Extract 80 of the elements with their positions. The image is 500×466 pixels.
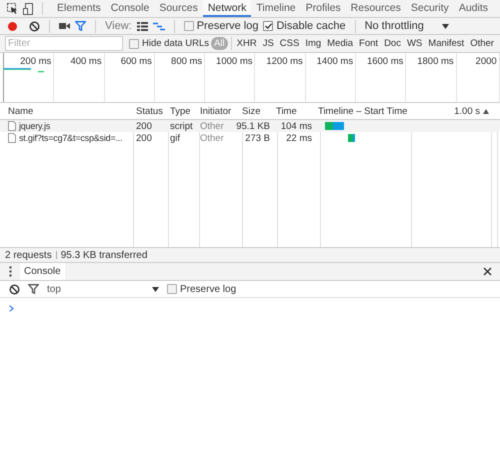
panel-tab[interactable]: Profiles xyxy=(300,0,346,17)
time-tick-label: 1600 ms xyxy=(366,56,404,67)
column-header[interactable]: Size xyxy=(242,106,260,116)
filter-icon[interactable] xyxy=(75,21,86,31)
resource-type-filter[interactable]: WS xyxy=(404,37,424,50)
waterfall-view-icon[interactable] xyxy=(152,22,165,30)
filter-input[interactable]: Filter xyxy=(5,36,123,51)
request-name[interactable]: st.gif?ts=cg7&t=csp&sid=... xyxy=(19,133,122,143)
table-cell: 95.1 KB xyxy=(236,120,270,132)
checkbox[interactable]: Preserve log xyxy=(167,284,236,294)
table-cell: 200 xyxy=(136,132,152,144)
time-tick-label: 1800 ms xyxy=(417,56,454,67)
request-count: 2 requests xyxy=(5,250,52,260)
table-cell: 273 B xyxy=(245,132,270,144)
resource-type-filter[interactable]: CSS xyxy=(278,37,302,50)
column-header[interactable]: Type xyxy=(170,106,191,116)
panel-tab[interactable]: Elements xyxy=(52,0,106,17)
panel-tab[interactable]: Sources xyxy=(154,0,203,17)
panel-tab[interactable]: Security xyxy=(406,0,454,17)
checkbox[interactable]: Preserve log xyxy=(184,20,258,32)
caret-icon xyxy=(442,24,449,28)
column-header[interactable]: Initiator xyxy=(200,106,232,116)
table-cell: 200 xyxy=(136,120,152,132)
resource-type-filter[interactable]: Doc xyxy=(382,37,403,50)
inspect-icon[interactable] xyxy=(7,3,18,14)
time-tick-label: 800 ms xyxy=(171,56,202,67)
waterfall-bar-drawing xyxy=(348,134,355,142)
column-header[interactable]: Name xyxy=(8,106,34,116)
table-cell: script xyxy=(170,120,193,132)
panel-tab[interactable]: Resources xyxy=(346,0,406,17)
column-header[interactable]: Time xyxy=(276,106,297,116)
time-tick-label: 1000 ms xyxy=(216,56,252,67)
time-tick-label: 400 ms xyxy=(70,56,102,67)
time-tick-label: 200 ms xyxy=(20,56,52,67)
overview-waterfall-drawing xyxy=(3,68,45,73)
table-cell: 22 ms xyxy=(286,132,312,144)
column-header[interactable]: Timeline – Start Time xyxy=(318,106,408,116)
panel-tab[interactable]: Timeline xyxy=(251,0,301,17)
resource-type-filter[interactable]: Font xyxy=(357,37,380,50)
clear-icon[interactable] xyxy=(9,284,20,294)
drawer-tab[interactable]: Console xyxy=(20,263,65,280)
caret-icon xyxy=(152,286,159,292)
sort-arrow-icon xyxy=(483,108,489,114)
panel-tab[interactable]: Network xyxy=(202,0,252,17)
resource-type-filter[interactable]: JS xyxy=(260,37,276,50)
waterfall-bar-drawing xyxy=(325,122,344,130)
request-name[interactable]: jquery.js xyxy=(19,121,50,131)
context-dropdown[interactable]: top xyxy=(47,284,159,294)
time-tick-label: 1200 ms xyxy=(266,56,303,67)
panel-tab[interactable]: Console xyxy=(106,0,154,17)
resource-type-filter[interactable]: Img xyxy=(303,37,324,50)
device-icon[interactable] xyxy=(23,2,33,14)
close-icon[interactable] xyxy=(483,267,492,276)
checkbox[interactable]: Hide data URLs xyxy=(129,38,210,49)
resource-type-filter[interactable]: XHR xyxy=(234,37,259,50)
resource-type-filter[interactable]: Other xyxy=(468,37,496,50)
panel-tab[interactable]: Audits xyxy=(454,0,493,17)
time-tick-label: 600 ms xyxy=(120,56,152,67)
resource-type-filter[interactable]: Manifest xyxy=(426,37,466,50)
table-cell: 104 ms xyxy=(280,120,312,132)
time-tick-label: 1400 ms xyxy=(316,56,354,67)
table-cell: gif xyxy=(170,132,180,144)
table-cell: Other xyxy=(200,120,224,132)
view-label: View: xyxy=(105,20,132,32)
record-button[interactable] xyxy=(8,22,17,30)
filter-icon[interactable] xyxy=(28,284,39,294)
list-view-icon[interactable] xyxy=(136,22,148,30)
resource-type-filter[interactable]: Media xyxy=(325,37,356,50)
more-options-icon[interactable] xyxy=(9,266,12,277)
prompt-icon xyxy=(9,305,14,312)
column-header[interactable]: Status xyxy=(136,106,163,116)
checkmark-icon xyxy=(264,23,272,29)
transferred-size: 95.3 KB transferred xyxy=(60,250,148,260)
table-cell: Other xyxy=(200,132,224,144)
throttling-dropdown[interactable]: No throttling xyxy=(364,20,451,32)
camera-icon[interactable] xyxy=(59,22,70,30)
timeline-scale-label: 1.00 s xyxy=(454,106,480,116)
clear-icon[interactable] xyxy=(29,20,40,32)
time-tick-label: 2000 xyxy=(476,56,497,67)
checkbox[interactable]: Disable cache xyxy=(263,20,346,32)
